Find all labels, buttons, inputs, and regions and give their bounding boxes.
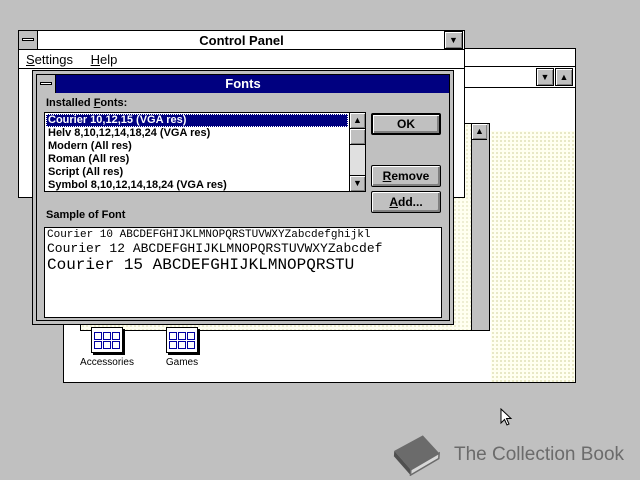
workspace-background bbox=[491, 131, 575, 382]
add-button[interactable]: Add... bbox=[371, 191, 441, 213]
book-icon bbox=[393, 435, 440, 476]
program-group-icon bbox=[166, 327, 198, 353]
maximize-icon[interactable]: ▲ bbox=[555, 68, 573, 86]
menu-settings[interactable]: Settings bbox=[19, 51, 80, 69]
font-list-item[interactable]: Roman (All res) bbox=[46, 153, 348, 166]
group-label: Games bbox=[165, 357, 199, 368]
scroll-track[interactable] bbox=[350, 145, 365, 175]
sample-of-font-label: Sample of Font bbox=[46, 209, 126, 221]
window-title: Control Panel bbox=[199, 33, 284, 48]
system-menu-icon[interactable] bbox=[37, 75, 56, 93]
font-list-scrollbar[interactable]: ▲ ▼ bbox=[349, 113, 365, 191]
font-list-item[interactable]: Modern (All res) bbox=[46, 140, 348, 153]
control-panel-menu-bar: Settings Help bbox=[19, 51, 464, 69]
dialog-title: Fonts bbox=[225, 76, 261, 91]
minimize-icon[interactable]: ▼ bbox=[536, 68, 554, 86]
font-list-item[interactable]: Courier 10,12,15 (VGA res) bbox=[46, 114, 348, 127]
sample-line: Courier 12 ABCDEFGHIJKLMNOPQRSTUVWXYZabc… bbox=[47, 241, 383, 256]
scroll-up-icon[interactable]: ▲ bbox=[350, 113, 365, 129]
installed-fonts-listbox[interactable]: Courier 10,12,15 (VGA res) Helv 8,10,12,… bbox=[44, 112, 366, 192]
ok-button[interactable]: OK bbox=[371, 113, 441, 135]
group-vertical-scrollbar[interactable]: ▲ bbox=[471, 124, 489, 330]
sample-line: Courier 15 ABCDEFGHIJKLMNOPQRSTU bbox=[47, 256, 355, 274]
watermark: The Collection Book bbox=[388, 430, 628, 478]
group-label: Accessories bbox=[80, 357, 134, 368]
remove-button[interactable]: Remove bbox=[371, 165, 441, 187]
scroll-thumb[interactable] bbox=[350, 129, 365, 145]
group-icon-games[interactable]: Games bbox=[142, 327, 222, 368]
control-panel-title-bar[interactable]: Control Panel bbox=[19, 31, 464, 50]
sample-line: Courier 10 ABCDEFGHIJKLMNOPQRSTUVWXYZabc… bbox=[47, 229, 371, 241]
scroll-down-icon[interactable]: ▼ bbox=[350, 175, 365, 191]
font-list-item[interactable]: Helv 8,10,12,14,18,24 (VGA res) bbox=[46, 127, 348, 140]
fonts-dialog-title-bar[interactable]: Fonts bbox=[37, 75, 449, 93]
fonts-dialog: Fonts Installed Fonts: Courier 10,12,15 … bbox=[32, 70, 454, 325]
watermark-text: The Collection Book bbox=[454, 444, 625, 465]
group-icon-accessories[interactable]: Accessories bbox=[67, 327, 147, 368]
menu-help[interactable]: Help bbox=[84, 51, 125, 69]
scroll-up-icon[interactable]: ▲ bbox=[472, 124, 487, 140]
font-list-item[interactable]: Script (All res) bbox=[46, 166, 348, 179]
mouse-pointer-icon bbox=[500, 407, 516, 428]
font-sample-box: Courier 10 ABCDEFGHIJKLMNOPQRSTUVWXYZabc… bbox=[44, 227, 442, 318]
installed-fonts-label: Installed Fonts: bbox=[46, 97, 128, 109]
program-group-icon bbox=[91, 327, 123, 353]
system-menu-icon[interactable] bbox=[19, 31, 38, 49]
font-list-item[interactable]: Symbol 8,10,12,14,18,24 (VGA res) bbox=[46, 179, 348, 192]
minimize-icon[interactable]: ▼ bbox=[444, 31, 463, 49]
